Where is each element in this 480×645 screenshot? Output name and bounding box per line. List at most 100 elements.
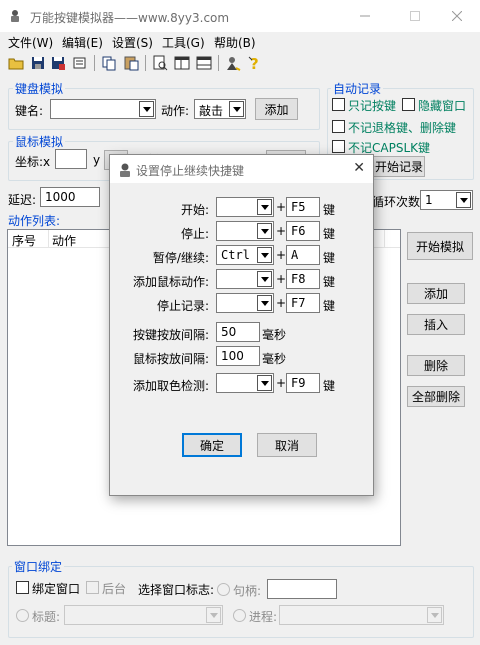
save-as-icon[interactable] — [49, 54, 67, 72]
key-suffix: 键 — [323, 227, 336, 241]
background-label: 后台 — [102, 582, 127, 596]
process-combo[interactable] — [279, 605, 444, 625]
properties-icon[interactable] — [71, 54, 89, 72]
coord-x-input[interactable] — [55, 149, 87, 169]
preview-icon[interactable] — [151, 54, 169, 72]
key-action-combo[interactable]: 敲击 — [194, 99, 246, 119]
cancel-button[interactable]: 取消 — [257, 433, 317, 457]
menu-settings[interactable]: 设置(S) — [112, 34, 153, 51]
key-suffix: 键 — [323, 299, 336, 313]
menu-tools[interactable]: 工具(G) — [162, 34, 205, 51]
loop-count-label: 循环次数: — [372, 195, 420, 209]
hide-window-checkbox[interactable] — [402, 98, 415, 111]
paste-icon[interactable] — [122, 54, 140, 72]
stop-record-hotkey-label: 停止记录: — [156, 299, 209, 313]
stop-key-input[interactable]: F6 — [286, 221, 320, 241]
maximize-button[interactable] — [392, 0, 438, 32]
ms-unit-label: 毫秒 — [262, 352, 287, 366]
open-folder-icon[interactable] — [7, 54, 25, 72]
stop-record-modifier-combo[interactable] — [216, 293, 274, 313]
no-capslock-checkbox[interactable] — [332, 140, 345, 153]
ms-unit-label: 毫秒 — [262, 328, 287, 342]
col-index[interactable]: 序号 — [12, 232, 36, 249]
mouse-interval-input[interactable]: 100 — [216, 346, 260, 366]
color-detect-modifier-combo[interactable] — [216, 373, 274, 393]
auto-record-title: 自动记录 — [331, 80, 384, 97]
delete-button[interactable]: 删除 — [407, 355, 465, 376]
toolbar-separator — [218, 55, 219, 71]
no-backspace-checkbox[interactable] — [332, 120, 345, 133]
key-add-button[interactable]: 添加 — [255, 98, 298, 120]
menu-help[interactable]: 帮助(B) — [214, 34, 256, 51]
chevron-down-icon — [427, 607, 442, 623]
stop-record-key-input[interactable]: F7 — [286, 293, 320, 313]
start-key-input[interactable]: F5 — [286, 197, 320, 217]
window-title-bar: 万能按键模拟器——www.8yy3.com — [0, 0, 480, 32]
close-button[interactable] — [434, 0, 480, 32]
help-icon[interactable]: ? — [246, 54, 264, 72]
chevron-down-icon — [257, 247, 272, 263]
insert-button[interactable]: 插入 — [407, 314, 465, 335]
chevron-down-icon — [139, 101, 154, 117]
delay-input[interactable]: 1000 — [40, 187, 100, 207]
start-modifier-combo[interactable] — [216, 197, 274, 217]
start-simulation-button[interactable]: 开始模拟 — [407, 232, 473, 260]
handle-radio[interactable] — [217, 583, 230, 596]
save-icon[interactable] — [29, 54, 47, 72]
mouse-action-modifier-combo[interactable] — [216, 269, 274, 289]
pause-key-input[interactable]: A — [286, 245, 320, 265]
stop-modifier-combo[interactable] — [216, 221, 274, 241]
window-icon[interactable] — [173, 54, 191, 72]
start-record-button[interactable]: 开始记录 — [373, 156, 425, 177]
process-radio[interactable] — [233, 609, 246, 622]
coord-y-label: y — [93, 153, 101, 167]
plus-sign: + — [276, 272, 287, 286]
handle-input[interactable] — [267, 579, 337, 599]
bind-window-label: 绑定窗口 — [32, 582, 81, 596]
mouse-action-key-input[interactable]: F8 — [286, 269, 320, 289]
svg-text:?: ? — [250, 55, 259, 72]
chevron-down-icon — [456, 192, 471, 208]
title-label: 标题: — [32, 610, 61, 624]
minimize-button[interactable] — [342, 0, 388, 32]
start-hotkey-label: 开始: — [180, 203, 209, 217]
loop-count-combo[interactable]: 1 — [420, 190, 473, 210]
col-action[interactable]: 动作 — [52, 232, 76, 249]
window-bind-group — [8, 566, 474, 638]
dialog-close-icon[interactable]: ✕ — [353, 160, 365, 176]
title-combo[interactable] — [64, 605, 223, 625]
chevron-down-icon — [257, 199, 272, 215]
action-list-title: 动作列表: — [8, 214, 61, 228]
menu-edit[interactable]: 编辑(E) — [62, 34, 103, 51]
delete-all-button[interactable]: 全部删除 — [407, 386, 465, 407]
key-interval-input[interactable]: 50 — [216, 322, 260, 342]
chevron-down-icon — [206, 607, 221, 623]
key-interval-label: 按键按放间隔: — [132, 328, 209, 342]
key-suffix: 键 — [323, 251, 336, 265]
dialog-title: 设置停止继续快捷键 — [136, 164, 245, 178]
ok-button[interactable]: 确定 — [182, 433, 242, 457]
color-detect-key-input[interactable]: F9 — [286, 373, 320, 393]
only-keys-checkbox[interactable] — [332, 98, 345, 111]
plus-sign: + — [276, 224, 287, 238]
copy-icon[interactable] — [100, 54, 118, 72]
hide-window-label: 隐藏窗口 — [418, 99, 467, 113]
title-radio[interactable] — [16, 609, 29, 622]
plus-sign: + — [276, 296, 287, 310]
window-alt-icon[interactable] — [195, 54, 213, 72]
pause-modifier-combo[interactable]: Ctrl — [216, 245, 274, 265]
select-window-label: 选择窗口标志: — [138, 583, 215, 597]
chevron-down-icon — [257, 375, 272, 391]
menu-file[interactable]: 文件(W) — [8, 34, 53, 51]
key-suffix: 键 — [323, 203, 336, 217]
plus-sign: + — [276, 376, 287, 390]
toolbar: ? — [0, 52, 480, 76]
bind-window-checkbox[interactable] — [16, 581, 29, 594]
add-button[interactable]: 添加 — [407, 283, 465, 304]
chevron-down-icon — [257, 271, 272, 287]
background-checkbox[interactable] — [86, 581, 99, 594]
user-icon — [120, 163, 130, 177]
color-detect-label: 添加取色检测: — [132, 379, 209, 393]
wizard-icon[interactable] — [224, 54, 242, 72]
key-name-combo[interactable] — [50, 99, 156, 119]
